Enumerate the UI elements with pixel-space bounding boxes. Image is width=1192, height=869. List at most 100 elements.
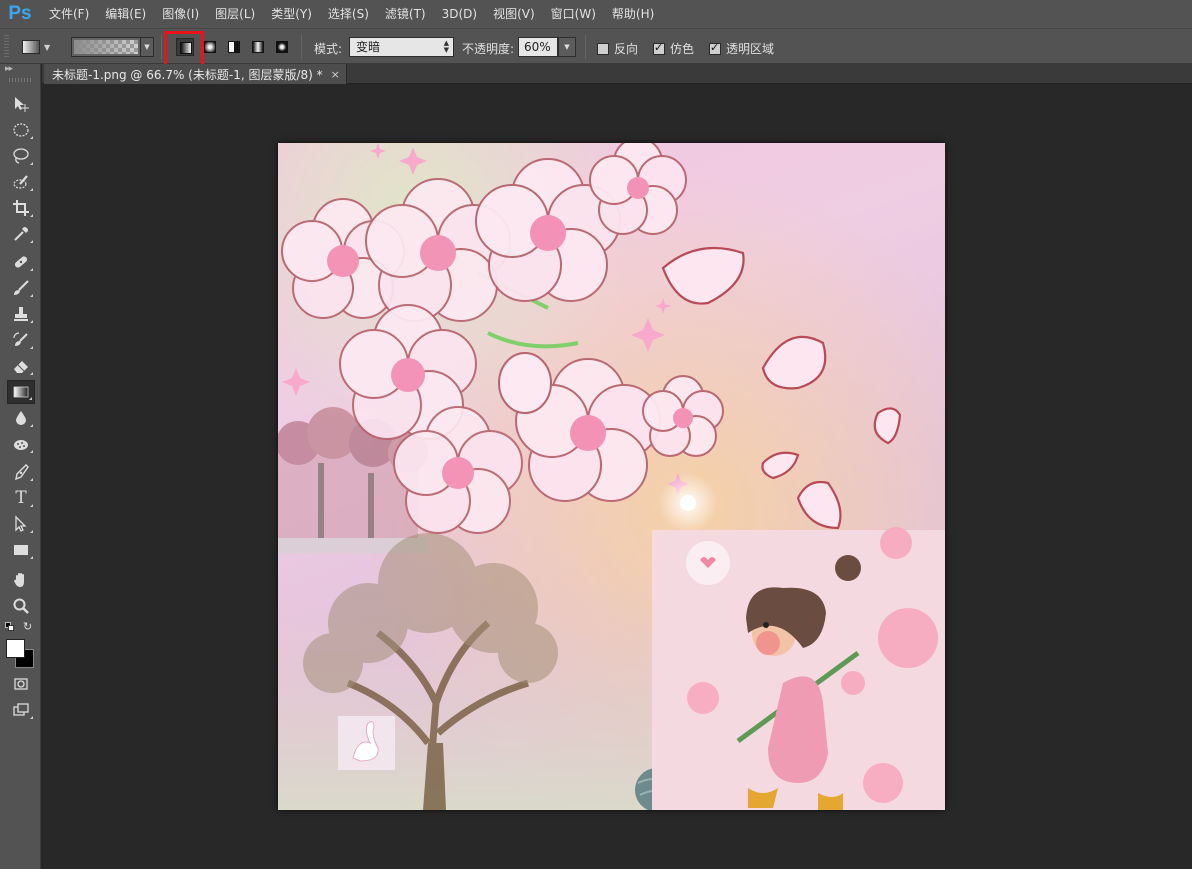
move-tool[interactable]: [7, 92, 35, 116]
stamp-icon: [14, 307, 28, 321]
swap-colors-icon[interactable]: ↻: [23, 620, 32, 633]
history-brush-tool[interactable]: [7, 328, 35, 352]
diamond-gradient-button[interactable]: [273, 38, 291, 56]
type-icon: T: [15, 488, 27, 508]
panel-grip[interactable]: [9, 78, 31, 82]
transparency-checkbox[interactable]: 透明区域: [709, 40, 774, 57]
menu-layer[interactable]: 图层(L): [207, 0, 263, 28]
reverse-checkbox[interactable]: 反向: [597, 40, 638, 57]
transparency-label: 透明区域: [726, 42, 775, 56]
close-icon[interactable]: ×: [331, 68, 340, 81]
diamond-gradient-icon: [276, 41, 288, 53]
swan-thumbnail: [338, 716, 395, 770]
elliptical-marquee-tool[interactable]: [7, 118, 35, 142]
screen-mode-button[interactable]: [7, 698, 35, 722]
linear-gradient-button[interactable]: [176, 38, 194, 56]
reverse-label: 反向: [614, 42, 639, 56]
menu-type[interactable]: 类型(Y): [263, 0, 320, 28]
blur-tool[interactable]: [7, 406, 35, 430]
collapse-panel-icon[interactable]: ▸▸: [5, 64, 13, 74]
dither-checkbox[interactable]: 仿色: [653, 40, 694, 57]
angle-gradient-button[interactable]: [225, 38, 243, 56]
quick-mask-button[interactable]: [7, 672, 35, 696]
brush-icon: [14, 280, 29, 295]
chevron-down-icon: ▼: [564, 43, 570, 51]
tool-preset-picker[interactable]: ▼: [22, 37, 62, 57]
type-tool[interactable]: T: [7, 486, 35, 510]
quick-selection-icon: [13, 175, 28, 189]
opacity-field[interactable]: 60%: [518, 37, 558, 57]
menu-3d[interactable]: 3D(D): [434, 0, 485, 28]
path-selection-tool[interactable]: [7, 512, 35, 536]
bandage-icon: [14, 256, 28, 268]
lasso-icon: [13, 148, 29, 164]
clone-stamp-tool[interactable]: [7, 302, 35, 326]
mode-label: 模式:: [314, 42, 343, 56]
radial-gradient-icon: [204, 41, 216, 53]
ellipse-marquee-icon: [13, 123, 29, 137]
rectangle-icon: [14, 545, 28, 555]
menu-file[interactable]: 文件(F): [40, 0, 97, 28]
path-selection-icon: [15, 515, 27, 532]
eyedropper-icon: [14, 227, 28, 241]
hand-icon: [14, 573, 24, 587]
radial-gradient-button[interactable]: [201, 38, 219, 56]
options-bar: ▼ ▼ 模式: 变暗 ▲▼ 不透明度: 60% ▼ 反向 仿色 透明区域: [0, 28, 1192, 64]
magnifier-icon: [13, 598, 29, 614]
dodge-tool[interactable]: [7, 432, 35, 456]
photoshop-logo: Ps: [8, 3, 32, 24]
document-tab[interactable]: 未标题-1.png @ 66.7% (未标题-1, 图层蒙版/8) * ×: [44, 64, 347, 84]
divider: [301, 35, 302, 59]
opacity-slider-button[interactable]: ▼: [558, 37, 576, 57]
quick-selection-tool[interactable]: [7, 170, 35, 194]
zoom-tool[interactable]: [7, 594, 35, 618]
spot-healing-brush-tool[interactable]: [7, 250, 35, 274]
tools-panel: ▸▸ T ↻: [0, 64, 41, 869]
gradient-tool[interactable]: [7, 380, 35, 404]
crop-icon: [13, 200, 29, 216]
menu-help[interactable]: 帮助(H): [604, 0, 662, 28]
rectangle-tool[interactable]: [7, 538, 35, 562]
blend-mode-select[interactable]: 变暗 ▲ ▼: [349, 37, 454, 57]
pen-tool[interactable]: [7, 460, 35, 484]
eyedropper-tool[interactable]: [7, 222, 35, 246]
gradient-icon: [13, 386, 29, 398]
stepper-arrows-icon: ▲ ▼: [443, 39, 449, 54]
menu-select[interactable]: 选择(S): [320, 0, 377, 28]
history-brush-icon: [13, 332, 28, 346]
menu-image[interactable]: 图像(I): [154, 0, 207, 28]
foreground-color-swatch[interactable]: [6, 639, 25, 658]
crop-tool[interactable]: [7, 196, 35, 220]
divider: [161, 35, 162, 59]
document-tab-title: 未标题-1.png @ 66.7% (未标题-1, 图层蒙版/8) *: [52, 67, 323, 82]
eraser-icon: [14, 361, 28, 373]
menu-window[interactable]: 窗口(W): [543, 0, 604, 28]
screen-mode-icon: [13, 703, 29, 716]
menu-view[interactable]: 视图(V): [485, 0, 543, 28]
default-colors-icon[interactable]: [5, 621, 15, 631]
dither-label: 仿色: [670, 42, 695, 56]
gradient-picker[interactable]: ▼: [71, 37, 154, 57]
document-tab-bar: 未标题-1.png @ 66.7% (未标题-1, 图层蒙版/8) * ×: [42, 64, 1192, 84]
sponge-icon: [14, 440, 28, 450]
divider: [585, 35, 586, 59]
menu-edit[interactable]: 编辑(E): [97, 0, 154, 28]
angle-gradient-icon: [228, 41, 240, 53]
quick-mask-icon: [14, 678, 28, 690]
opacity-label: 不透明度:: [462, 42, 515, 56]
move-icon: [15, 97, 29, 112]
checkbox-box: [709, 41, 721, 55]
brush-tool[interactable]: [7, 276, 35, 300]
document-canvas[interactable]: [278, 143, 945, 810]
options-bar-grip[interactable]: [4, 35, 9, 57]
reflected-gradient-button[interactable]: [249, 38, 267, 56]
hand-tool[interactable]: [7, 568, 35, 592]
gradient-preview: [74, 40, 138, 54]
water-drop-icon: [16, 411, 26, 425]
eraser-tool[interactable]: [7, 354, 35, 378]
lasso-tool[interactable]: [7, 144, 35, 168]
menu-filter[interactable]: 滤镜(T): [377, 0, 434, 28]
chevron-down-icon[interactable]: ▼: [140, 38, 153, 56]
checkbox-box: [653, 41, 665, 55]
blend-mode-value: 变暗: [356, 40, 381, 54]
